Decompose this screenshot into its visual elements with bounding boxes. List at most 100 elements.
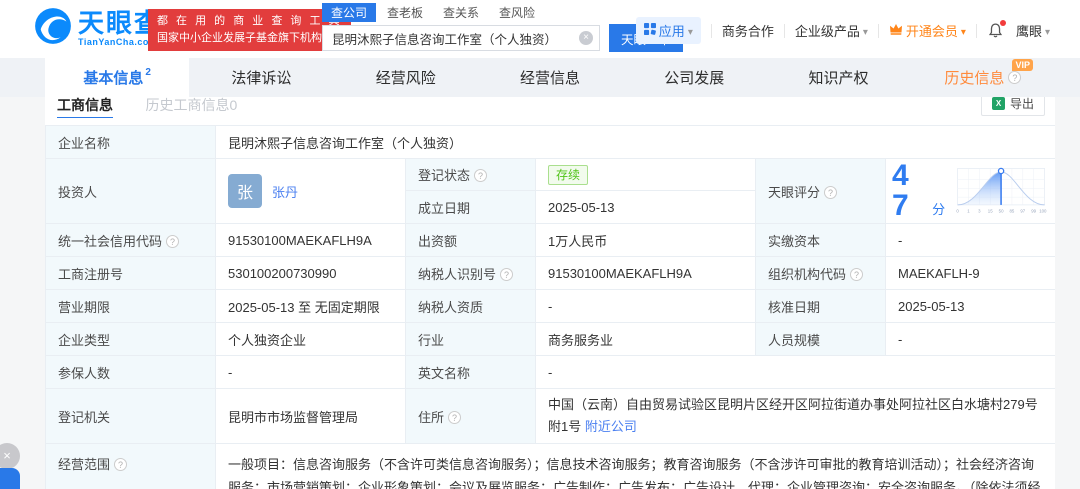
info-icon[interactable] xyxy=(500,267,514,281)
svg-text:99: 99 xyxy=(1031,209,1036,214)
svg-text:1: 1 xyxy=(967,209,970,214)
staff-size-label: 人员规模 xyxy=(755,322,886,356)
tab-operation-info-label: 经营信息 xyxy=(519,70,580,87)
nav-business-cooperation[interactable]: 商务合作 xyxy=(722,21,774,40)
nav-divider xyxy=(975,23,977,38)
investor-avatar[interactable]: 张 xyxy=(228,174,262,208)
nav-enterprise-products[interactable]: 企业级产品 xyxy=(795,21,868,40)
nav-membership-label: 开通会员 xyxy=(905,24,958,39)
company-name-value: 昆明沐熙子信息咨询工作室（个人独资） xyxy=(214,125,1055,159)
info-icon[interactable] xyxy=(474,169,488,182)
info-icon[interactable] xyxy=(850,267,864,281)
svg-text:15: 15 xyxy=(988,209,993,214)
tianyancha-logo[interactable]: 天眼查 TianYanCha.com xyxy=(34,7,162,50)
nav-apps[interactable]: 应用 xyxy=(635,17,701,44)
notification-bell-icon[interactable] xyxy=(987,20,1006,39)
approval-date-label: 核准日期 xyxy=(755,289,886,323)
tab-basic-info[interactable]: 基本信息 2 xyxy=(45,58,190,97)
business-info-card: 工商信息 历史工商信息0 导出 企业名称 昆明沐熙子信息咨询工作室（个人独资） … xyxy=(45,97,1055,489)
industry-value: 商务服务业 xyxy=(535,322,756,356)
business-info-table: 企业名称 昆明沐熙子信息咨询工作室（个人独资） 投资人 张 张丹 登记状态 存续… xyxy=(45,125,1055,489)
info-icon[interactable] xyxy=(114,458,128,472)
establish-date-value: 2025-05-13 xyxy=(535,190,756,224)
reg-number-value: 530100200730990 xyxy=(215,256,406,290)
business-term-label: 营业期限 xyxy=(45,289,216,323)
approval-date-value: 2025-05-13 xyxy=(884,289,1055,323)
tab-operation-info[interactable]: 经营信息 xyxy=(478,58,622,97)
taxpayer-quality-value: - xyxy=(535,289,756,323)
info-icon[interactable] xyxy=(448,410,462,424)
taxpayer-quality-label: 纳税人资质 xyxy=(405,289,536,323)
nav-open-membership[interactable]: 开通会员 xyxy=(889,21,966,40)
table-row: 投资人 张 张丹 登记状态 存续 天眼评分 47 分 xyxy=(45,158,1055,224)
reg-authority-value: 昆明市市场监督管理局 xyxy=(215,387,406,445)
search-tab-company[interactable]: 查公司 xyxy=(322,2,377,22)
top-nav: 应用 商务合作 企业级产品 开通会员 鹰眼 xyxy=(635,17,1050,44)
nearby-companies-link[interactable]: 附近公司 xyxy=(585,419,637,434)
reg-authority-label: 登记机关 xyxy=(45,387,216,445)
info-icon[interactable] xyxy=(166,234,180,248)
search-tab-relation[interactable]: 查关系 xyxy=(434,3,488,22)
export-button-label: 导出 xyxy=(1009,97,1034,111)
tab-company-development[interactable]: 公司发展 xyxy=(622,58,766,97)
investor-cell: 张 张丹 xyxy=(215,158,406,224)
tab-operation-risk[interactable]: 经营风险 xyxy=(334,58,478,97)
company-type-label: 企业类型 xyxy=(45,322,216,356)
svg-text:100: 100 xyxy=(1039,209,1047,214)
reg-status-label: 登记状态 xyxy=(405,158,536,191)
tab-basic-info-label: 基本信息 xyxy=(83,70,144,87)
chevron-down-icon xyxy=(688,23,693,38)
address-cell: 中国（云南）自由贸易试验区昆明片区经开区阿拉街道办事处阿拉社区白水塘村279号附… xyxy=(534,387,1055,445)
paid-capital-value: - xyxy=(884,223,1055,257)
table-row: 登记机关 昆明市市场监督管理局 住所 中国（云南）自由贸易试验区昆明片区经开区阿… xyxy=(45,387,1055,445)
capital-label: 出资额 xyxy=(405,223,536,257)
chevron-down-icon xyxy=(1045,23,1050,38)
search-tab-risk[interactable]: 查风险 xyxy=(490,3,544,22)
nav-business-label: 商务合作 xyxy=(721,24,774,39)
taxpayer-id-value: 91530100MAEKAFLH9A xyxy=(535,256,756,290)
subtab-history-registration[interactable]: 历史工商信息0 xyxy=(145,97,237,118)
status-badge: 存续 xyxy=(548,164,589,185)
investor-name-link[interactable]: 张丹 xyxy=(272,182,298,201)
top-header: 天眼查 TianYanCha.com 都 在 用 的 商 业 查 询 工 具 国… xyxy=(0,0,1080,58)
tab-intellectual-property-label: 知识产权 xyxy=(808,70,869,87)
floating-widget[interactable] xyxy=(0,468,20,489)
nav-divider xyxy=(710,23,712,38)
search-tab-boss[interactable]: 查老板 xyxy=(378,3,432,22)
tab-intellectual-property[interactable]: 知识产权 xyxy=(766,58,910,97)
table-row: 营业期限 2025-05-13 至 无固定期限 纳税人资质 - 核准日期 202… xyxy=(45,289,1055,323)
search-input[interactable] xyxy=(322,25,600,51)
business-scope-value: 一般项目：信息咨询服务（不含许可类信息咨询服务）；信息技术咨询服务；教育咨询服务… xyxy=(214,443,1055,489)
nav-divider xyxy=(877,23,879,38)
taxpayer-id-label-text: 纳税人识别号 xyxy=(418,266,497,282)
tab-history-info[interactable]: VIP 历史信息 xyxy=(911,58,1055,97)
table-row: 企业类型 个人独资企业 行业 商务服务业 人员规模 - xyxy=(45,322,1055,356)
svg-text:0: 0 xyxy=(957,209,960,214)
reg-number-label: 工商注册号 xyxy=(45,256,216,290)
chevron-down-icon xyxy=(863,23,868,38)
export-button[interactable]: 导出 xyxy=(980,97,1045,116)
business-term-value: 2025-05-13 至 无固定期限 xyxy=(215,289,406,323)
company-type-value: 个人独资企业 xyxy=(215,322,406,356)
subtab-row: 工商信息 历史工商信息0 导出 xyxy=(45,97,1055,118)
help-icon xyxy=(1008,71,1022,84)
svg-text:3: 3 xyxy=(978,209,981,214)
credit-code-value: 91530100MAEKAFLH9A xyxy=(215,223,406,257)
clear-search-icon[interactable] xyxy=(579,31,593,45)
nav-eagle-eye[interactable]: 鹰眼 xyxy=(1016,21,1050,40)
nav-enterprise-label: 企业级产品 xyxy=(794,24,860,39)
subtab-history-count: 0 xyxy=(229,97,238,113)
table-row: 企业名称 昆明沐熙子信息咨询工作室（个人独资） xyxy=(45,125,1055,159)
tab-operation-risk-label: 经营风险 xyxy=(375,70,436,87)
close-icon[interactable] xyxy=(0,443,20,469)
insured-label: 参保人数 xyxy=(45,355,216,389)
search-area: 查公司 查老板 查关系 查风险 天眼一下 xyxy=(322,2,684,52)
slogan-line1: 都 在 用 的 商 业 查 询 工 具 xyxy=(157,15,343,27)
nav-eagle-label: 鹰眼 xyxy=(1015,24,1042,39)
reg-status-cell: 存续 xyxy=(535,158,756,191)
crown-icon xyxy=(889,23,903,38)
info-icon[interactable] xyxy=(824,185,838,199)
company-name-label: 企业名称 xyxy=(45,125,216,159)
subtab-business-registration[interactable]: 工商信息 xyxy=(57,97,113,118)
tab-legal-litigation[interactable]: 法律诉讼 xyxy=(189,58,333,97)
